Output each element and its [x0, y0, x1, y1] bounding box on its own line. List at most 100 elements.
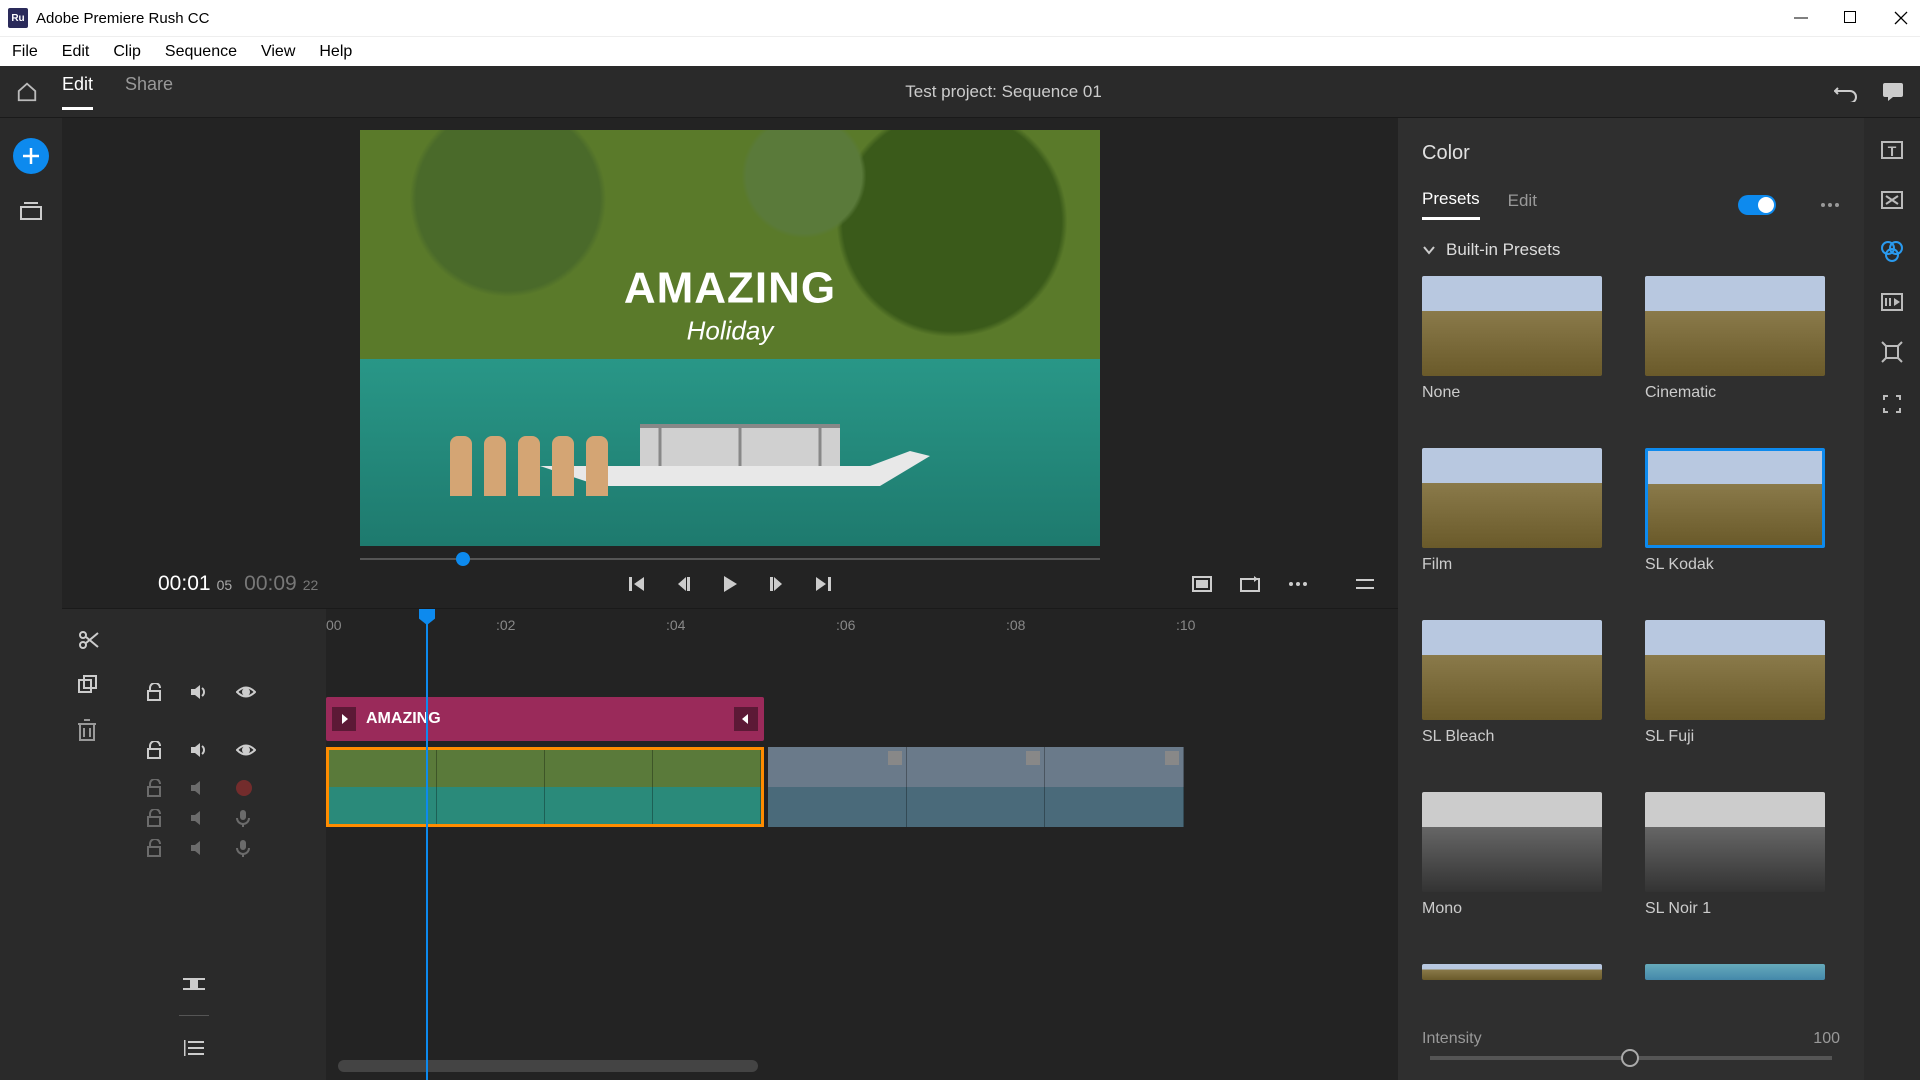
preset-label: Film	[1422, 556, 1609, 574]
center-area: AMAZING Holiday	[62, 118, 1398, 1080]
intensity-slider[interactable]	[1430, 1056, 1832, 1060]
duration-time: 00:09	[244, 572, 297, 596]
mic-icon[interactable]	[236, 839, 250, 857]
chevron-down-icon	[1422, 243, 1436, 257]
tab-edit[interactable]: Edit	[1508, 191, 1537, 219]
playback-bar: 00:01 05 00:09 22	[62, 560, 1398, 608]
title-text-main: AMAZING	[624, 263, 836, 313]
mute-icon[interactable]	[190, 780, 208, 796]
video-clip-selected[interactable]	[326, 747, 764, 827]
go-to-end-button[interactable]	[814, 575, 832, 593]
ruler-tick: :08	[1006, 617, 1025, 633]
duplicate-tool[interactable]	[78, 675, 118, 695]
mic-icon[interactable]	[236, 809, 250, 827]
color-enable-toggle[interactable]	[1738, 195, 1776, 215]
preset-partial[interactable]	[1645, 964, 1832, 1006]
visibility-icon[interactable]	[236, 743, 256, 757]
feedback-button[interactable]	[1882, 82, 1904, 102]
more-options-button[interactable]	[1288, 581, 1308, 587]
mute-icon[interactable]	[190, 684, 208, 700]
preset-film[interactable]: Film	[1422, 448, 1609, 600]
play-button[interactable]	[720, 574, 740, 594]
track-list-button[interactable]	[184, 1040, 204, 1056]
step-back-button[interactable]	[674, 575, 692, 593]
panel-more-icon[interactable]	[1820, 202, 1840, 208]
section-builtin-presets[interactable]: Built-in Presets	[1422, 240, 1840, 260]
transitions-tool[interactable]	[1880, 190, 1904, 210]
window-title: Adobe Premiere Rush CC	[36, 10, 1794, 27]
transform-tool[interactable]	[1880, 392, 1904, 416]
video-clip-2[interactable]	[768, 747, 1184, 827]
title-overlay: AMAZING Holiday	[624, 263, 836, 346]
preset-partial[interactable]	[1422, 964, 1609, 1006]
ruler-tick: :10	[1176, 617, 1195, 633]
timeline-ruler[interactable]: 00 :02 :04 :06 :08 :10	[326, 609, 1398, 641]
lock-icon[interactable]	[146, 779, 162, 797]
preset-cinematic[interactable]: Cinematic	[1645, 276, 1832, 428]
menu-sequence[interactable]: Sequence	[157, 39, 245, 65]
home-button[interactable]	[16, 81, 38, 103]
preset-sl-bleach[interactable]: SL Bleach	[1422, 620, 1609, 772]
add-media-button[interactable]	[13, 138, 49, 174]
mute-icon[interactable]	[190, 810, 208, 826]
preset-sl-kodak[interactable]: SL Kodak	[1645, 448, 1832, 600]
playhead[interactable]	[426, 609, 428, 1080]
scissors-tool[interactable]	[78, 629, 118, 651]
color-tool[interactable]	[1879, 238, 1905, 264]
text-clip[interactable]: AMAZING	[326, 697, 764, 741]
lock-icon[interactable]	[146, 683, 162, 701]
menu-help[interactable]: Help	[311, 39, 360, 65]
menu-edit[interactable]: Edit	[54, 39, 98, 65]
preset-label: SL Noir 1	[1645, 900, 1832, 918]
loop-button[interactable]	[1240, 576, 1260, 592]
preset-sl-fuji[interactable]: SL Fuji	[1645, 620, 1832, 772]
go-to-start-button[interactable]	[628, 575, 646, 593]
clip-handle-left[interactable]	[332, 707, 356, 731]
step-forward-button[interactable]	[768, 575, 786, 593]
visibility-icon[interactable]	[236, 685, 256, 699]
app-icon: Ru	[8, 8, 28, 28]
expand-tracks-button[interactable]	[183, 977, 205, 991]
audio-track-1-controls	[126, 773, 318, 803]
fullscreen-button[interactable]	[1192, 576, 1212, 592]
title-text-sub: Holiday	[624, 315, 836, 346]
mode-share[interactable]: Share	[125, 74, 173, 110]
clip-handle-right[interactable]	[734, 707, 758, 731]
slider-knob[interactable]	[1621, 1049, 1639, 1067]
text-track-controls	[126, 669, 318, 715]
record-indicator[interactable]	[236, 780, 252, 796]
preset-mono[interactable]: Mono	[1422, 792, 1609, 944]
audio-tool[interactable]	[1880, 340, 1904, 364]
video-preview[interactable]: AMAZING Holiday	[360, 130, 1100, 546]
minimize-button[interactable]	[1794, 11, 1812, 25]
intensity-value: 100	[1813, 1030, 1840, 1048]
mute-icon[interactable]	[190, 840, 208, 856]
maximize-button[interactable]	[1844, 11, 1862, 25]
menu-file[interactable]: File	[4, 39, 46, 65]
preset-sl-noir-1[interactable]: SL Noir 1	[1645, 792, 1832, 944]
window-titlebar: Ru Adobe Premiere Rush CC	[0, 0, 1920, 36]
menubar: File Edit Clip Sequence View Help	[0, 36, 1920, 66]
menu-view[interactable]: View	[253, 39, 303, 65]
timeline-options-button[interactable]	[1356, 578, 1374, 590]
menu-clip[interactable]: Clip	[105, 39, 149, 65]
lock-icon[interactable]	[146, 809, 162, 827]
mode-edit[interactable]: Edit	[62, 74, 93, 110]
ruler-tick: :04	[666, 617, 685, 633]
close-button[interactable]	[1894, 11, 1912, 25]
fx-badge-icon	[1165, 751, 1179, 765]
timeline[interactable]: 00 :02 :04 :06 :08 :10 AMAZING	[326, 609, 1398, 1080]
titles-tool[interactable]: T	[1880, 138, 1904, 162]
lock-icon[interactable]	[146, 741, 162, 759]
undo-button[interactable]	[1834, 82, 1858, 102]
project-panel-button[interactable]	[20, 202, 42, 220]
mute-icon[interactable]	[190, 742, 208, 758]
delete-tool[interactable]	[78, 719, 118, 741]
preset-none[interactable]: None	[1422, 276, 1609, 428]
preset-label: None	[1422, 384, 1609, 402]
speed-tool[interactable]	[1880, 292, 1904, 312]
tab-presets[interactable]: Presets	[1422, 189, 1480, 220]
lock-icon[interactable]	[146, 839, 162, 857]
timeline-scrollbar[interactable]	[338, 1060, 758, 1072]
right-toolbar: T	[1864, 118, 1920, 1080]
